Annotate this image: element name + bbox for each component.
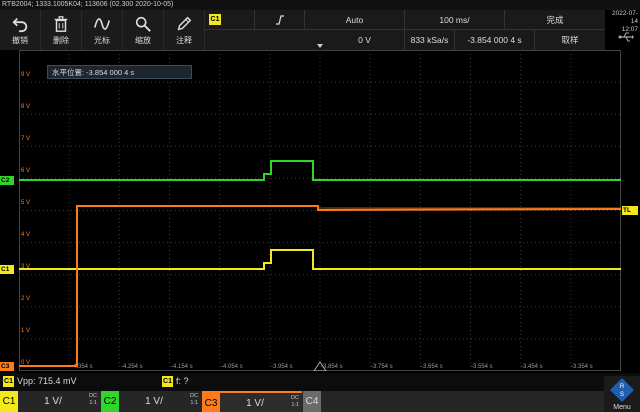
title-bar: RTB2004; 1333.1005K04; 113606 (02.300 20… <box>0 0 640 10</box>
channel-c3[interactable]: C3 1 V/ DC 1:1 <box>202 391 302 412</box>
channel-c2-tag: C2 <box>101 391 119 412</box>
undo-icon <box>12 17 28 32</box>
x-axis-label: -3.954 s <box>271 364 293 370</box>
channel-c3-coupling: DC 1:1 <box>291 395 299 408</box>
annotate-label: 注释 <box>176 35 192 45</box>
measurement-bar: C1 Vpp: 715.4 mV C1 f: ? <box>0 373 640 391</box>
y-axis-label: 4 V <box>21 232 30 238</box>
acquire-mode[interactable]: 取样 <box>535 30 605 50</box>
x-axis-label: -3.354 s <box>571 364 593 370</box>
toolbar: 撤销 删除 光标 缩放 注释 <box>0 10 205 50</box>
x-axis-label: -3.754 s <box>371 364 393 370</box>
timebase[interactable]: 100 ms/ <box>405 10 505 30</box>
channel-c4-tag: C4 <box>303 391 321 412</box>
pencil-icon <box>177 16 192 30</box>
c3-offset-marker[interactable]: C3 <box>0 362 14 371</box>
channel-c2-scale: 1 V/ <box>145 396 163 407</box>
zoom-icon <box>135 16 151 32</box>
x-axis-label: -4.054 s <box>221 364 243 370</box>
acquisition-status: 完成 <box>546 15 564 25</box>
acquisition-info-panel: C1 Auto 100 ms/ 完成 0 V 833 kSa/s -3.854 … <box>205 10 605 50</box>
c2-offset-marker[interactable]: C2 <box>0 176 14 185</box>
zoom-button[interactable]: 缩放 <box>123 10 164 50</box>
trigger-source[interactable]: C1 <box>205 10 255 30</box>
undo-button[interactable]: 撤销 <box>0 10 41 50</box>
measurement-1-source: C1 <box>3 376 14 387</box>
measurement-2-source: C1 <box>162 376 173 387</box>
datetime: 2022-07-14 12:07 <box>606 10 640 33</box>
waveform-display[interactable]: 9 V8 V7 V6 V5 V4 V3 V2 V1 V0 V -4.354 s -4… <box>19 50 621 371</box>
usb-icon <box>618 32 634 42</box>
annotate-button[interactable]: 注释 <box>164 10 205 50</box>
waveform-canvas[interactable]: 9 V8 V7 V6 V5 V4 V3 V2 V1 V0 V-4.354 s -4… <box>19 50 621 371</box>
sample-rate: 833 kSa/s <box>405 30 455 50</box>
channel-c2[interactable]: C2 1 V/ DC 1:1 <box>101 391 201 412</box>
y-axis-label: 6 V <box>21 168 30 174</box>
trigger-mode[interactable]: Auto <box>305 10 405 30</box>
measurement-2-value[interactable]: f: ? <box>176 376 189 386</box>
channel-c3-tag: C3 <box>202 393 220 412</box>
chevron-down-icon[interactable] <box>317 44 323 48</box>
horizontal-position-value[interactable]: -3.854 000 4 s <box>455 30 535 50</box>
c1-offset-marker[interactable]: C1 <box>0 265 14 274</box>
y-axis-label: 8 V <box>21 104 30 110</box>
x-axis-label: -3.654 s <box>421 364 443 370</box>
x-axis-label: -3.554 s <box>471 364 493 370</box>
channel-c2-coupling: DC 1:1 <box>190 393 198 406</box>
undo-label: 撤销 <box>12 35 28 45</box>
delete-label: 删除 <box>53 35 69 45</box>
channel-c4[interactable]: C4 <box>303 391 323 412</box>
trash-icon <box>54 15 68 32</box>
y-axis-label: 7 V <box>21 136 30 142</box>
device-title: RTB2004; 1333.1005K04; 113606 (02.300 20… <box>2 1 174 8</box>
svg-text:S: S <box>620 392 624 398</box>
zoom-label: 缩放 <box>135 35 151 45</box>
trigger-level-marker[interactable]: TL <box>622 206 638 215</box>
channel-c1-tag: C1 <box>0 391 18 412</box>
menu-label: Menu <box>613 404 631 411</box>
trigger-source-badge: C1 <box>209 14 221 25</box>
trigger-slope[interactable] <box>255 10 305 30</box>
channel-c1[interactable]: C1 1 V/ DC 1:1 <box>0 391 100 412</box>
y-axis-label: 2 V <box>21 296 30 302</box>
cursor-label: 光标 <box>94 35 110 45</box>
channel-c1-coupling: DC 1:1 <box>89 393 97 406</box>
measurement-1-value[interactable]: Vpp: 715.4 mV <box>17 376 77 386</box>
channel-c1-scale: 1 V/ <box>44 396 62 407</box>
channel-c3-scale: 1 V/ <box>246 398 264 409</box>
rohde-schwarz-logo-icon: R S <box>610 378 634 402</box>
rising-edge-icon <box>275 15 284 25</box>
channel-bar: C1 1 V/ DC 1:1 C2 1 V/ DC 1:1 C3 1 V/ DC 1:… <box>0 391 640 412</box>
menu-button[interactable]: R S Menu <box>604 376 640 412</box>
cursor-button[interactable]: 光标 <box>82 10 123 50</box>
y-axis-label: 5 V <box>21 200 30 206</box>
x-axis-label: -4.154 s <box>171 364 193 370</box>
horizontal-position-tooltip: 水平位置: -3.854 000 4 s <box>47 65 192 79</box>
y-axis-label: 9 V <box>21 72 30 78</box>
cursor-wave-icon <box>94 17 110 30</box>
trigger-level[interactable]: 0 V <box>325 30 405 50</box>
x-axis-label: -3.454 s <box>521 364 543 370</box>
y-axis-label: 1 V <box>21 328 30 334</box>
x-axis-label: -4.254 s <box>121 364 143 370</box>
svg-text:R: R <box>620 384 625 390</box>
delete-button[interactable]: 删除 <box>41 10 82 50</box>
date-text: 2022-07-14 <box>611 10 638 25</box>
